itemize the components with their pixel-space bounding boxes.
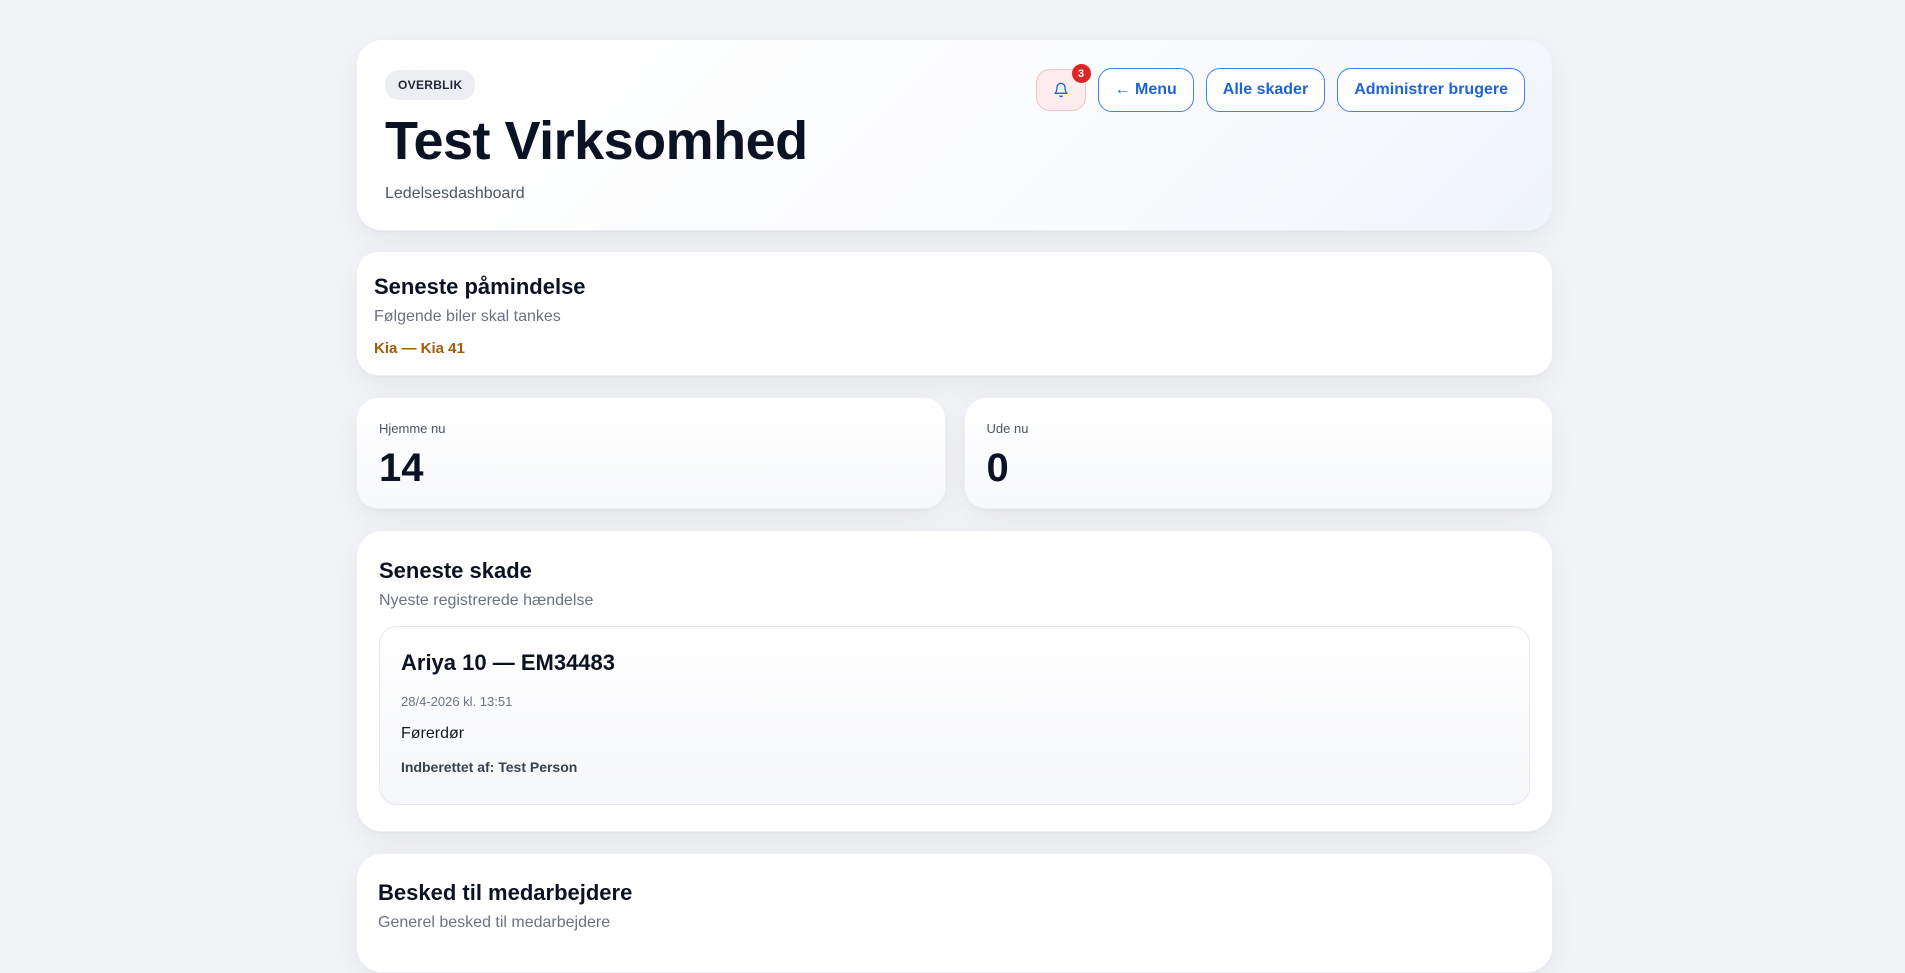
damage-date: 28/4-2026 kl. 13:51 [401, 694, 513, 709]
damage-vehicle: Ariya 10 — EM34483 [401, 650, 616, 675]
damage-reporter: Indberettet af: Test Person [401, 759, 578, 775]
latest-damage-title: Seneste skade [379, 558, 532, 583]
reminder-card: Seneste påmindelse Følgende biler skal t… [356, 251, 1553, 376]
all-damages-button[interactable]: Alle skader [1205, 68, 1326, 112]
stat-home-value: 14 [379, 446, 424, 490]
bell-icon [1053, 82, 1068, 98]
latest-damage-card: Seneste skade Nyeste registrerede hændel… [356, 530, 1553, 832]
menu-button[interactable]: ← Menu [1097, 68, 1194, 112]
page-title: Test Virksomhed [385, 111, 808, 171]
damage-part: Førerdør [401, 725, 465, 742]
stat-home-label: Hjemme nu [379, 421, 446, 436]
message-title: Besked til medarbejdere [378, 880, 633, 905]
damage-entry[interactable]: Ariya 10 — EM34483 28/4-2026 kl. 13:51 F… [379, 626, 1530, 805]
header-card: OVERBLIK Test Virksomhed Ledelsesdashboa… [356, 39, 1553, 231]
stats-row: Hjemme nu 14 Ude nu 0 [356, 397, 1553, 509]
header-actions: 3 ← Menu Alle skader Administrer brugere [1035, 64, 1525, 112]
manage-users-button[interactable]: Administrer brugere [1337, 68, 1525, 112]
stat-out: Ude nu 0 [963, 397, 1553, 509]
reminder-item: Kia — Kia 41 [374, 340, 465, 357]
notification-count-badge: 3 [1071, 64, 1091, 83]
notifications-button[interactable]: 3 [1035, 64, 1091, 111]
reminder-subtitle: Følgende biler skal tankes [374, 308, 561, 325]
message-card: Besked til medarbejdere Generel besked t… [356, 853, 1553, 973]
stat-out-label: Ude nu [986, 421, 1029, 436]
dashboard-container: OVERBLIK Test Virksomhed Ledelsesdashboa… [356, 39, 1553, 973]
message-subtitle: Generel besked til medarbejdere [378, 914, 611, 931]
page-subtitle: Ledelsesdashboard [385, 185, 525, 203]
overview-badge: OVERBLIK [385, 70, 476, 100]
stat-out-value: 0 [986, 446, 1009, 490]
stat-home: Hjemme nu 14 [356, 397, 946, 509]
reminder-title: Seneste påmindelse [374, 274, 586, 299]
latest-damage-subtitle: Nyeste registrerede hændelse [379, 592, 594, 609]
